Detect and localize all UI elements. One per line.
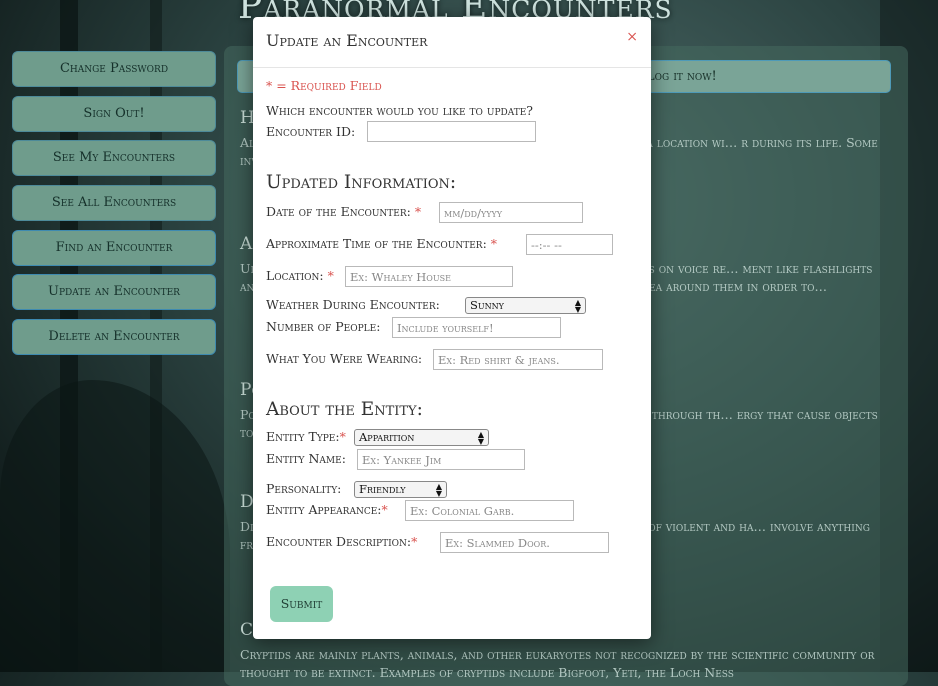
entity-name-input[interactable] xyxy=(357,449,525,470)
update-question: Which encounter would you like to update… xyxy=(266,103,534,118)
update-encounter-modal: Update an Encounter × * = Required Field… xyxy=(253,17,651,639)
personality-label: Personality: xyxy=(266,481,342,496)
modal-title: Update an Encounter xyxy=(266,31,428,50)
time-input[interactable] xyxy=(526,234,613,255)
find-encounter-button[interactable]: Find an Encounter xyxy=(12,229,216,266)
description-input[interactable] xyxy=(440,532,609,553)
sidebar-nav: Change Password Sign Out! See My Encount… xyxy=(12,51,216,364)
people-input[interactable] xyxy=(392,317,561,338)
personality-select[interactable]: Friendly ▲ ▼ xyxy=(354,481,447,498)
required-star: * xyxy=(414,204,422,219)
select-arrows-icon: ▲ ▼ xyxy=(574,298,581,314)
appearance-label: Entity Appearance:* xyxy=(266,502,388,517)
submit-button[interactable]: Submit xyxy=(270,586,333,622)
entity-type-label: Entity Type:* xyxy=(266,429,346,444)
encounter-id-label: Encounter ID: xyxy=(266,124,356,139)
weather-value: Sunny xyxy=(470,298,504,312)
required-star: * xyxy=(381,502,388,517)
appearance-input[interactable] xyxy=(405,500,574,521)
entity-type-select[interactable]: Apparition ▲ ▼ xyxy=(354,429,489,446)
select-arrows-icon: ▲ ▼ xyxy=(477,430,484,446)
entity-type-value: Apparition xyxy=(359,430,415,444)
change-password-button[interactable]: Change Password xyxy=(12,51,216,87)
required-field-note: * = Required Field xyxy=(266,78,382,93)
description-label: Encounter Description:* xyxy=(266,534,418,549)
wearing-label: What You Were Wearing: xyxy=(266,351,423,366)
entity-name-label: Entity Name: xyxy=(266,451,346,466)
weather-select[interactable]: Sunny ▲ ▼ xyxy=(465,297,586,314)
about-entity-heading: About the Entity: xyxy=(266,399,423,420)
modal-header: Update an Encounter × xyxy=(253,17,651,68)
date-input[interactable] xyxy=(439,202,583,223)
people-label: Number of People: xyxy=(266,319,381,334)
delete-encounter-button[interactable]: Delete an Encounter xyxy=(12,319,216,356)
see-all-encounters-button[interactable]: See All Encounters xyxy=(12,185,216,222)
encounter-id-input[interactable] xyxy=(367,121,536,142)
required-star: * xyxy=(339,429,346,444)
weather-label: Weather During Encounter: xyxy=(266,297,440,312)
log-bar-text: Log it now! xyxy=(646,69,717,84)
see-my-encounters-button[interactable]: See My Encounters xyxy=(12,140,216,177)
close-icon[interactable]: × xyxy=(626,29,638,45)
personality-value: Friendly xyxy=(359,482,406,496)
required-star: * xyxy=(490,236,498,251)
wearing-input[interactable] xyxy=(433,349,603,370)
section-text: Cryptids are mainly plants, animals, and… xyxy=(240,647,875,680)
time-label: Approximate Time of the Encounter: * xyxy=(266,236,498,251)
required-star: * xyxy=(411,534,418,549)
sign-out-button[interactable]: Sign Out! xyxy=(12,95,216,132)
date-label: Date of the Encounter: * xyxy=(266,204,422,219)
location-label: Location: * xyxy=(266,268,334,283)
required-star: * xyxy=(327,268,334,283)
location-input[interactable] xyxy=(345,266,513,287)
updated-info-heading: Updated Information: xyxy=(266,172,457,193)
update-encounter-button[interactable]: Update an Encounter xyxy=(12,274,216,311)
select-arrows-icon: ▲ ▼ xyxy=(435,482,442,498)
